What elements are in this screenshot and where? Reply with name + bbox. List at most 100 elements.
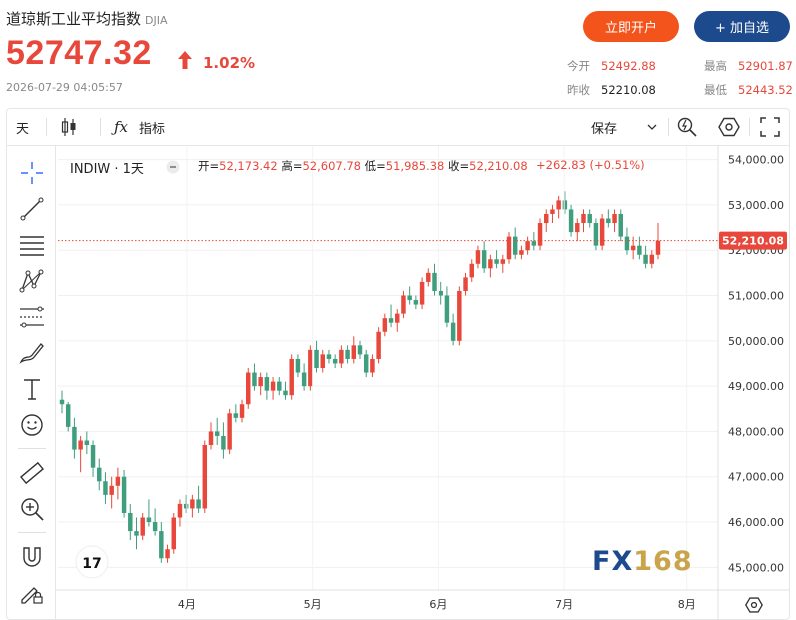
- candle-body: [506, 236, 512, 260]
- legend-low-value: 51,985.38: [385, 159, 445, 173]
- candle-body: [612, 213, 617, 224]
- candle-body: [581, 213, 586, 224]
- candle-body: [544, 213, 549, 224]
- stat-open: 今开 52492.88: [567, 58, 656, 74]
- crosshair-icon[interactable]: [19, 160, 45, 186]
- y-tick-label: 51,000.00: [728, 290, 784, 303]
- candle-body: [512, 236, 518, 255]
- candle-body: [525, 241, 530, 251]
- candle-body: [270, 381, 276, 391]
- candle-body: [407, 295, 412, 301]
- candle-body: [301, 372, 307, 387]
- legend-open-label: 开=: [198, 159, 220, 173]
- candle-body: [339, 349, 344, 364]
- legend-high-value: 52,607.78: [302, 159, 361, 173]
- candle-body: [450, 322, 456, 341]
- settings-hexagon-icon[interactable]: [718, 116, 740, 138]
- candle-body: [171, 517, 176, 550]
- zoom-in-icon[interactable]: [19, 496, 45, 522]
- candle-body: [637, 245, 642, 255]
- candle-body: [252, 372, 257, 387]
- chevron-down-icon[interactable]: [647, 122, 657, 132]
- candle-body: [395, 313, 400, 323]
- candle-body: [196, 499, 201, 509]
- candle-body: [295, 358, 301, 373]
- drawing-toolbar: [6, 146, 56, 620]
- magnet-icon[interactable]: [19, 544, 45, 570]
- candle-body: [165, 549, 170, 559]
- instrument-code: DJIA: [145, 14, 168, 27]
- brush-icon[interactable]: [19, 340, 45, 366]
- candle-body: [115, 476, 121, 486]
- candle-body: [550, 209, 555, 214]
- axis-settings-icon[interactable]: [745, 596, 763, 614]
- ruler-icon[interactable]: [19, 460, 45, 486]
- candle-body: [103, 481, 108, 495]
- candle-body: [109, 485, 114, 495]
- candle-body: [152, 522, 158, 532]
- candle-body: [624, 236, 630, 251]
- instrument-name: 道琼斯工业平均指数: [6, 10, 142, 28]
- candle-body: [97, 467, 102, 482]
- current-price: 52747.32: [6, 34, 152, 72]
- candle-body: [363, 354, 369, 373]
- function-icon[interactable]: ƒx: [114, 108, 128, 146]
- instrument-title: 道琼斯工业平均指数 DJIA: [6, 8, 168, 29]
- stat-high: 最高 52901.87: [704, 58, 793, 74]
- candle-body: [382, 318, 388, 332]
- candle-body: [140, 517, 145, 536]
- candle-body: [314, 349, 319, 368]
- candle-body: [239, 404, 245, 418]
- y-tick-label: 48,000.00: [728, 425, 784, 438]
- trend-line-icon[interactable]: [19, 196, 45, 222]
- open-account-button[interactable]: 立即开户: [583, 11, 679, 42]
- save-button[interactable]: 保存: [591, 108, 617, 146]
- candle-body: [376, 331, 381, 359]
- candle-body: [345, 349, 350, 359]
- x-tick-label: 8月: [678, 598, 696, 611]
- horizontal-lines-icon[interactable]: [19, 232, 45, 258]
- candle-body: [221, 435, 226, 450]
- chart-toolbar: 天 ƒx 指标 保存: [6, 108, 790, 146]
- candle-body: [214, 431, 220, 436]
- candlestick-icon[interactable]: [60, 117, 78, 137]
- candle-body: [332, 358, 338, 364]
- candle-body: [320, 354, 325, 368]
- candle-body: [370, 358, 375, 373]
- legend-low-label: 低=: [364, 159, 386, 173]
- y-tick-label: 46,000.00: [728, 516, 784, 529]
- quote-timestamp: 2026-07-29 04:05:57: [6, 81, 123, 94]
- fullscreen-icon[interactable]: [760, 117, 780, 137]
- collapse-legend-icon[interactable]: [166, 160, 180, 174]
- tool-divider: [18, 532, 46, 533]
- pattern-icon[interactable]: [19, 268, 45, 294]
- y-tick-label: 49,000.00: [728, 380, 784, 393]
- candle-body: [177, 503, 183, 518]
- fx168-watermark: FX168: [592, 546, 693, 577]
- candle-body: [258, 377, 263, 387]
- candle-body: [289, 358, 294, 396]
- candle-body: [146, 517, 152, 523]
- candle-body: [59, 399, 65, 405]
- candle-body: [128, 512, 133, 532]
- indicator-button[interactable]: 指标: [139, 108, 165, 146]
- candle-body: [649, 254, 655, 264]
- interval-selector[interactable]: 天: [16, 108, 29, 146]
- stat-open-value: 52492.88: [601, 59, 656, 73]
- add-watchlist-button[interactable]: + 加自选: [694, 11, 790, 42]
- toolbar-divider: [100, 118, 101, 136]
- x-tick-label: 7月: [555, 598, 573, 611]
- candle-body: [419, 281, 425, 305]
- text-tool-icon[interactable]: [19, 376, 45, 402]
- candle-body: [351, 345, 357, 359]
- candle-body: [432, 272, 437, 291]
- candle-body: [202, 445, 208, 509]
- x-tick-label: 5月: [304, 598, 322, 611]
- emoji-icon[interactable]: [19, 412, 45, 438]
- fibonacci-icon[interactable]: [19, 304, 45, 330]
- lock-pencil-icon[interactable]: [19, 580, 45, 606]
- candle-body: [469, 263, 474, 278]
- candle-body: [655, 240, 661, 255]
- candle-body: [568, 209, 574, 233]
- quick-search-icon[interactable]: [676, 116, 698, 138]
